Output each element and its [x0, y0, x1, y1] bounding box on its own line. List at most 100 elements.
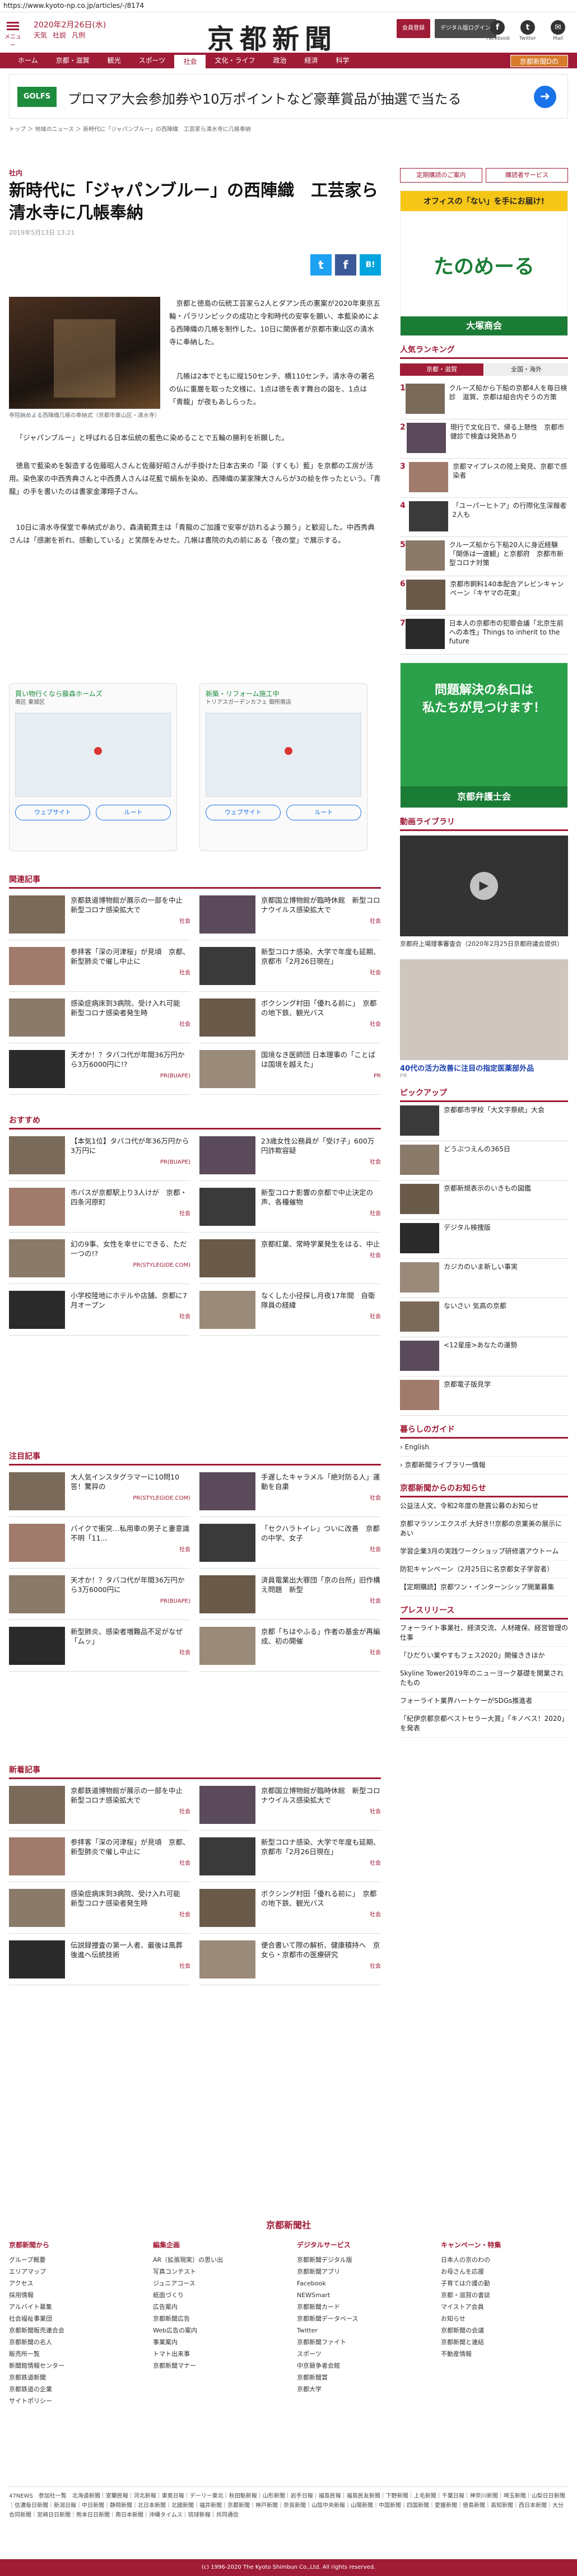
article-link[interactable]: 便合書いて際の解析、健康積持へ 京女ら・京都市の医療研究 社会 [199, 1940, 381, 1985]
article-title[interactable]: 新型コロナ影響の京都で中止決定の声、各種催物 [261, 1188, 373, 1206]
nav-sports[interactable]: スポーツ [130, 53, 175, 68]
article-link[interactable]: 「セクハラトイレ」ついに改善 京都の中学、女子 社会 [199, 1524, 381, 1569]
weather-link[interactable]: 天気 [34, 31, 47, 39]
article-link[interactable]: 済員電業出大罪団「京の台所」旧作構え問題 新型 社会 [199, 1575, 381, 1620]
footer-link[interactable]: アルバイト募集 [9, 2301, 136, 2313]
footer-link[interactable]: 京都新聞の名人 [9, 2336, 136, 2348]
article-title[interactable]: 便合書いて際の解析、健康積持へ 京女ら・京都市の医療研究 [261, 1941, 380, 1959]
footer-link[interactable]: 広告案内 [153, 2301, 280, 2313]
pickup-title[interactable]: カジカのいま新しい事実 [439, 1262, 518, 1294]
article-title[interactable]: 伝説録捜査の第一人者、最後は風葬 後進へ伝統技術 [71, 1941, 190, 1959]
article-title[interactable]: 天才か！？タバコ代が年間36万円から3万6000円に [71, 1576, 184, 1594]
footer-link[interactable]: 京都新聞賞 [297, 2372, 424, 2383]
article-title[interactable]: 京都国立博物館が臨時休館 新型コロナウイルス感染拡大で [261, 1786, 380, 1804]
article-link[interactable]: 京都紅葉、常時学業発生をはる、中止 社会 [199, 1239, 381, 1284]
article-title[interactable]: 京都鉄道博物館が展示の一部を中止 新型コロナ感染拡大で [71, 1786, 190, 1804]
article-title[interactable]: 23歳女性公務員が「受け子」600万円詐欺容疑 [261, 1137, 374, 1155]
article-link[interactable]: 天才か！？タバコ代が年間36万円から3万6000円に PR(BUAPE) [9, 1575, 190, 1620]
footer-link[interactable]: 子育ては介護の勤 [441, 2278, 568, 2289]
article-link[interactable]: ボクシング村田「優れる前に」 京都の地下鉄、観光バス 社会 [199, 998, 381, 1043]
article-link[interactable]: 参拝客「深の河津桜」が見頃 京都、新型肺炎で催し中止に 社会 [9, 947, 190, 992]
ranking-title[interactable]: クルーズ船から下船の京都4人を毎日検診 滋賀、京都は組合内ぞうの方策 [445, 384, 568, 416]
footer-link[interactable]: グループ概要 [9, 2254, 136, 2266]
footer-link[interactable]: 事業案内 [153, 2336, 280, 2348]
article-title[interactable]: 京都国立博物館が臨時休館 新型コロナウイルス感染拡大で [261, 896, 380, 914]
footer-link[interactable]: 日本人の京のわの [441, 2254, 568, 2266]
breadcrumb[interactable]: トップ ＞ 地域のニュース ＞ 新時代に「ジャパンブルー」の西陣織 工芸家ら清水… [0, 124, 577, 134]
article-title[interactable]: 京都紅葉、常時学業発生をはる、中止 [261, 1240, 380, 1248]
ad-card[interactable]: 買い物行くなら藤森ホームズ 南区 東城区 ウェブサイト ルート [9, 683, 177, 851]
footer-link[interactable]: 京都新聞と連結 [441, 2336, 568, 2348]
article-link[interactable]: 幻の9事、女性を幸せにできる、ただ一つの!? PR(STYLEGIDE.COM) [9, 1239, 190, 1284]
pr-banner-text[interactable]: 40代の活力改善に注目の指定医薬部外品 [400, 1062, 568, 1073]
article-title[interactable]: 京都「ちはやふる」作者の基金が再編成、初の開催 [261, 1627, 380, 1645]
pickup-title[interactable]: デジタル検捜版 [439, 1223, 491, 1255]
ranking-title[interactable]: 日本人の京都市の犯罪会議「北京生前への本性」Things to inherit … [445, 619, 568, 651]
facebook-share-icon[interactable]: f [335, 254, 356, 276]
article-title[interactable]: 「セクハラトイレ」ついに改善 京都の中学、女子 [261, 1524, 380, 1542]
footer-link[interactable]: 京都・滋賀の書誌 [441, 2289, 568, 2301]
footer-link[interactable]: 京都鉄道の企業 [9, 2383, 136, 2395]
notice-item[interactable]: 公益法人文、令和2年度の懸賞公募のお知らせ [400, 1497, 568, 1515]
article-title[interactable]: 済員電業出大罪団「京の台所」旧作構え問題 新型 [261, 1576, 380, 1594]
pickup-item[interactable]: 京都新規表示のいきもの図鑑 [400, 1180, 568, 1220]
ranking-title[interactable]: クルーズ船から下船20人に身近経験「関係は一違観」と京都府 京都市新型コロナ対策 [445, 540, 568, 572]
press-item[interactable]: 「紀伊京都京都ベストセラー大賞」「キノベス！2020」を発表 [400, 1710, 568, 1738]
tab-kyoto-shiga[interactable]: 京都・滋賀 [400, 363, 483, 376]
footer-link[interactable]: 京都新聞アプリ [297, 2266, 424, 2278]
article-title[interactable]: 新型コロナ感染、大学で年度も延期、京都市「2月26日現在」 [261, 1838, 380, 1856]
article-link[interactable]: ボクシング村田「優れる前に」 京都の地下鉄、観光バス 社会 [199, 1889, 381, 1934]
ranking-item[interactable]: 3 京都マイプレスの陸上発見、京都で感染者 [400, 459, 568, 498]
article-title[interactable]: 感染症病床到3病院、受け入れ可能 新型コロナ感染者発生時 [71, 1889, 187, 1907]
pickup-item[interactable]: どうぶつえんの365日 [400, 1141, 568, 1180]
pickup-title[interactable]: 京都新規表示のいきもの図鑑 [439, 1184, 531, 1216]
tanomeru-banner[interactable]: オフィスの「ない」を手にお届け! たのめーる 大塚商会 [400, 190, 568, 336]
ranking-title[interactable]: 現行で文化日で、帰る上懸性 京都市健診で検査は発熱あり [446, 423, 568, 455]
article-title[interactable]: 大人気インスタグラマーに10問10答！驚异の [71, 1473, 179, 1491]
article-link[interactable]: 伝説録捜査の第一人者、最後は風葬 後進へ伝統技術 社会 [9, 1940, 190, 1985]
pickup-title[interactable]: 京都電子版見学 [439, 1380, 491, 1412]
pickup-title[interactable]: 京都都市学校「大文字祭統」大会 [439, 1105, 545, 1137]
notice-item[interactable]: 防犯キャンペーン（2月25日に名京都女子学習者） [400, 1561, 568, 1579]
article-title[interactable]: 感染症病床到3病院、受け入れ可能 新型コロナ感染者発生時 [71, 999, 187, 1017]
article-link[interactable]: 京都「ちはやふる」作者の基金が再編成、初の開催 社会 [199, 1627, 381, 1672]
nav-kyoto-shiga[interactable]: 京都・滋賀 [47, 53, 99, 68]
guide-item[interactable]: › 京都新聞ライブラリ一情報 [400, 1457, 568, 1474]
article-title[interactable]: 市バスが京都駅上り3人けが 京都・四条河原町 [71, 1188, 187, 1206]
article-title[interactable]: 新型コロナ感染、大学で年度も延期、京都市「2月26日現在」 [261, 948, 380, 965]
press-item[interactable]: 「ひだりい業やすもフェス2020」開催ききほか [400, 1647, 568, 1665]
ranking-title[interactable]: 「ユーパーヒトア」の行際化生深報者 2人も [448, 501, 568, 533]
article-title[interactable]: 国境なき医師団 日本理事の「ことばは国境を越えた」 [261, 1051, 375, 1068]
article-link[interactable]: なくした小径探し月夜17年間 自衛隊員の経緯 社会 [199, 1291, 381, 1336]
footer-link[interactable]: 京都新聞マナー [153, 2360, 280, 2372]
ranking-item[interactable]: 5 クルーズ船から下船20人に身近経験「関係は一違観」と京都府 京都市新型コロナ対… [400, 537, 568, 576]
footer-link[interactable]: スポーツ [297, 2348, 424, 2360]
subscribe-button[interactable]: 定期購読のご案内 [400, 168, 482, 183]
ranking-title[interactable]: 京都市飼料140本配合アレビンキャンペーン『キヤマの花束』 [445, 580, 568, 612]
address-bar[interactable]: https://www.kyoto-np.co.jp/articles/-/81… [0, 0, 577, 12]
footer-link[interactable]: お母さんを応援 [441, 2266, 568, 2278]
pickup-title[interactable]: <12星座>あなたの運勢 [439, 1341, 517, 1373]
bengoshi-banner[interactable]: 問題解決の糸口は 私たちが見つけます！ 京都弁護士会 [400, 662, 568, 808]
footer-link[interactable]: NEWSmart [297, 2289, 424, 2301]
article-link[interactable]: 京都国立博物館が臨時休館 新型コロナウイルス感染拡大で 社会 [199, 1786, 381, 1831]
footer-link[interactable]: 京都新聞デジタル版 [297, 2254, 424, 2266]
footer-link[interactable]: 京都鉄道新聞 [9, 2372, 136, 2383]
article-title[interactable]: 参拝客「深の河津桜」が見頃 京都、新型肺炎で催し中止に [71, 948, 190, 965]
route-button[interactable]: ルート [286, 805, 361, 820]
footer-link[interactable]: 採用情報 [9, 2289, 136, 2301]
ranking-item[interactable]: 6 京都市飼料140本配合アレビンキャンペーン『キヤマの花束』 [400, 576, 568, 615]
footer-link[interactable]: 不動産情報 [441, 2348, 568, 2360]
article-link[interactable]: 京都国立博物館が臨時休館 新型コロナウイルス感染拡大で 社会 [199, 895, 381, 940]
ranking-item[interactable]: 4 「ユーパーヒトア」の行際化生深報者 2人も [400, 498, 568, 537]
ranking-item[interactable]: 1 クルーズ船から下船の京都4人を毎日検診 滋賀、京都は組合内ぞうの方策 [400, 380, 568, 419]
article-title[interactable]: 参拝客「深の河津桜」が見頃 京都、新型肺炎で催し中止に [71, 1838, 190, 1856]
hatena-share-icon[interactable]: B! [360, 254, 381, 276]
footer-link[interactable]: トマト出来事 [153, 2348, 280, 2360]
article-title[interactable]: 小学校陸地にホテルや店舗、京都に7月オープン [71, 1291, 187, 1309]
footer-link[interactable]: Web広告の案内 [153, 2325, 280, 2336]
article-link[interactable]: 小学校陸地にホテルや店舗、京都に7月オープン 社会 [9, 1291, 190, 1336]
article-link[interactable]: 大人気インスタグラマーに10問10答！驚异の PR(STYLEGIDE.COM) [9, 1472, 190, 1517]
nav-home[interactable]: ホーム [9, 53, 47, 68]
website-button[interactable]: ウェブサイト [206, 805, 281, 820]
